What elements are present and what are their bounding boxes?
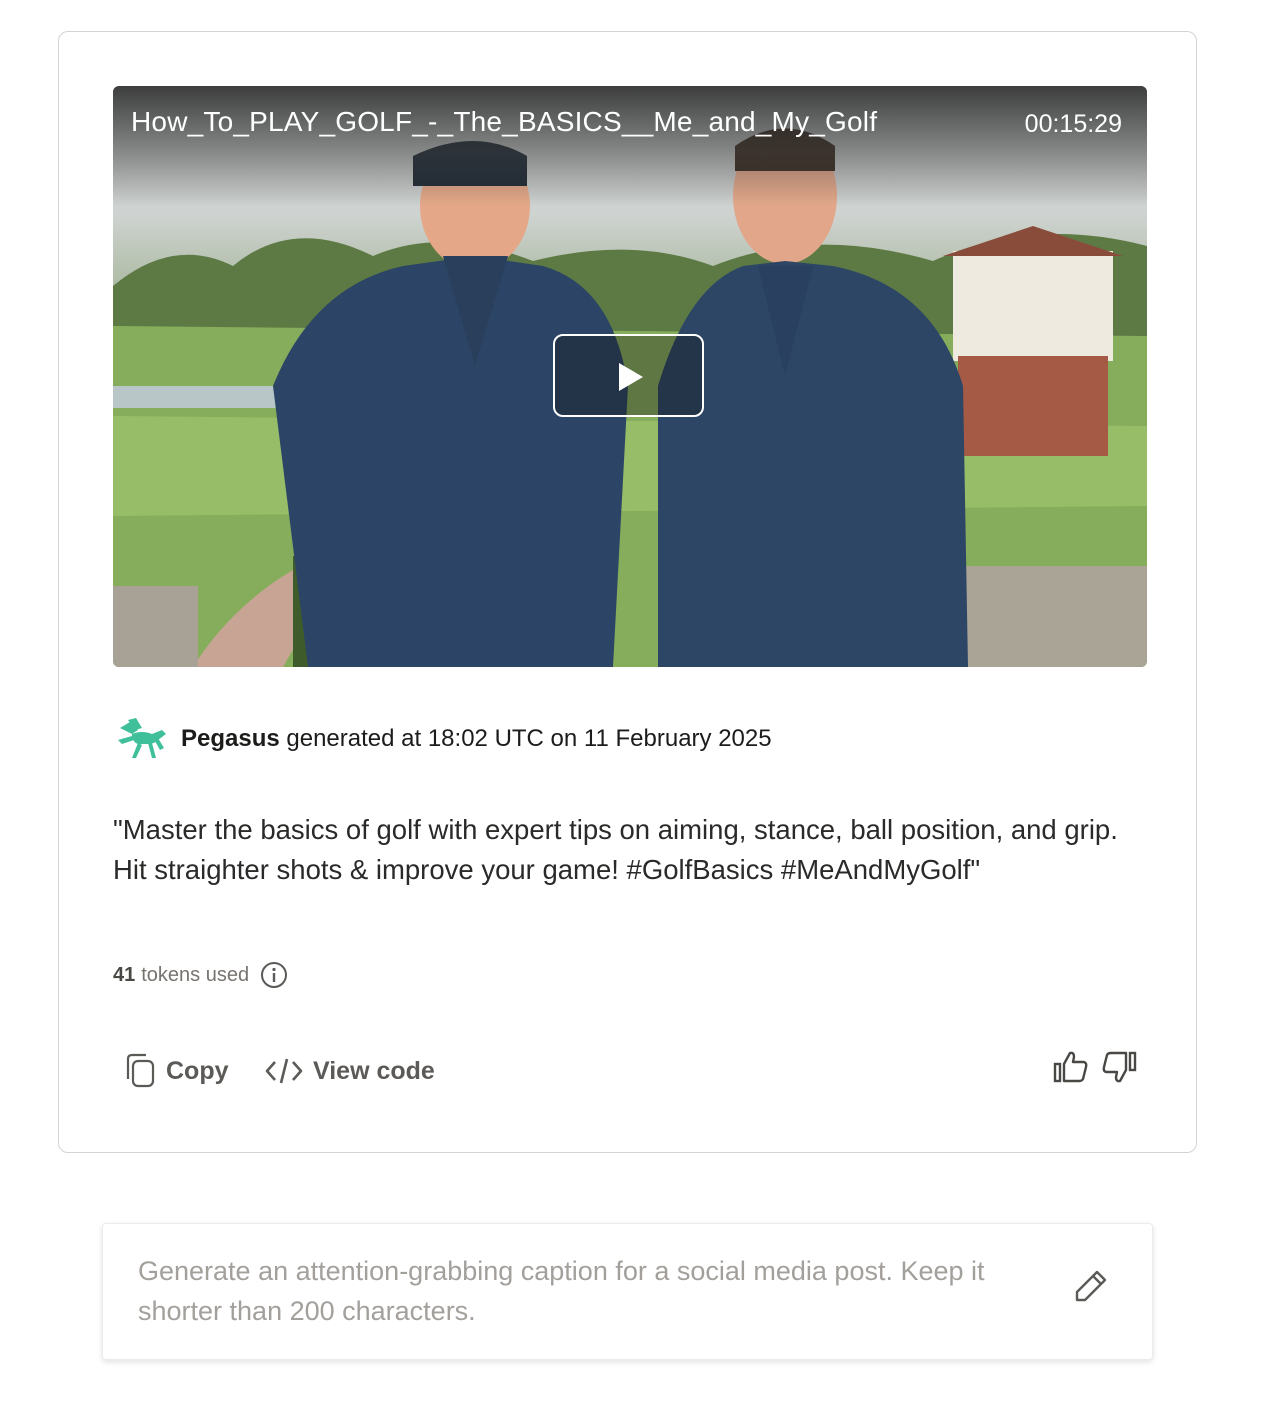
- generated-caption: "Master the basics of golf with expert t…: [113, 814, 1118, 885]
- copy-icon: [126, 1053, 155, 1088]
- prompt-box: Generate an attention-grabbing caption f…: [102, 1223, 1153, 1360]
- copy-label: Copy: [166, 1056, 229, 1085]
- thumbs-up-icon: [1053, 1051, 1088, 1083]
- video-title: How_To_PLAY_GOLF_-_The_BASICS__Me_and_My…: [131, 106, 878, 137]
- thumbs-up-button[interactable]: [1053, 1050, 1089, 1089]
- model-name: Pegasus: [181, 725, 280, 752]
- view-code-button[interactable]: View code: [265, 1050, 435, 1092]
- copy-button[interactable]: Copy: [124, 1050, 229, 1092]
- pegasus-logo-icon: [118, 718, 166, 758]
- play-icon: [619, 363, 643, 391]
- prompt-text: Generate an attention-grabbing caption f…: [138, 1256, 985, 1326]
- video-overlay-gradient: [113, 86, 1147, 206]
- video-player[interactable]: How_To_PLAY_GOLF_-_The_BASICS__Me_and_My…: [113, 86, 1147, 667]
- play-button[interactable]: [553, 334, 704, 417]
- view-code-label: View code: [313, 1056, 435, 1085]
- generation-meta: generated at 18:02 UTC on 11 February 20…: [286, 725, 772, 752]
- generation-info: Pegasus generated at 18:02 UTC on 11 Feb…: [118, 718, 772, 760]
- pencil-icon[interactable]: [1073, 1268, 1109, 1304]
- thumbs-down-button[interactable]: [1101, 1050, 1137, 1089]
- token-count: 41: [113, 963, 136, 986]
- token-usage: 41 tokens used: [113, 960, 288, 990]
- thumbs-down-icon: [1102, 1051, 1137, 1083]
- code-icon: [265, 1058, 303, 1084]
- token-label: tokens used: [141, 963, 250, 986]
- video-duration: 00:15:29: [1024, 110, 1122, 138]
- info-icon[interactable]: [260, 961, 288, 989]
